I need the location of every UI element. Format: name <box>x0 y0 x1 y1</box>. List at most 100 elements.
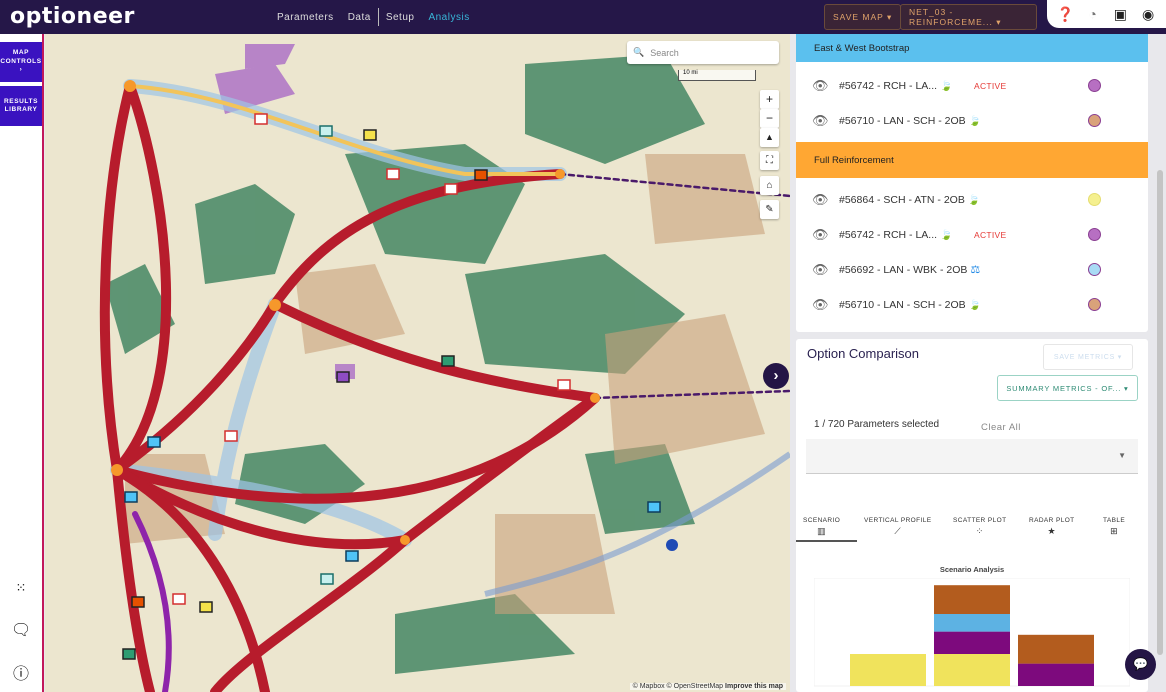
group-header[interactable]: East & West Bootstrap <box>796 34 1148 62</box>
color-swatch[interactable] <box>1088 263 1101 276</box>
option-comparison-card: Option Comparison SAVE METRICS ▾ SUMMARY… <box>796 339 1148 692</box>
nav-setup[interactable]: Setup <box>379 12 422 23</box>
icon-bar: ❓ ◔ ▣ ◉ <box>1047 0 1166 28</box>
balance-scale-icon: ⚖ <box>970 264 981 276</box>
bar-2-segment-1[interactable] <box>1018 663 1094 686</box>
option-row[interactable]: 👁 #56692 - LAN - WBK - 2OB ⚖ <box>796 252 1148 287</box>
account-icon[interactable]: ◉ <box>1140 6 1156 23</box>
save-map-button[interactable]: SAVE MAP ▾ <box>824 4 902 30</box>
comment-icon[interactable]: 🗨 <box>11 620 31 640</box>
panel-scrollbar[interactable] <box>1157 170 1163 655</box>
home-button[interactable]: ⌂ <box>760 176 779 195</box>
info-icon[interactable]: ⓘ <box>11 660 31 684</box>
draw-button[interactable]: ✎ <box>760 200 779 219</box>
line-chart-icon: ⟋ <box>894 526 902 536</box>
map-scale: 10 mi <box>678 70 756 81</box>
color-swatch[interactable] <box>1088 228 1101 241</box>
active-tab-indicator <box>796 540 857 542</box>
status-badge: ACTIVE <box>974 229 1007 240</box>
improve-map-link[interactable]: Improve this map <box>725 683 783 690</box>
nav-parameters[interactable]: Parameters <box>270 12 341 23</box>
chart-title: Scenario Analysis <box>939 565 1005 574</box>
fullscreen-button[interactable]: ⛶ <box>760 151 779 170</box>
bar-chart-icon: ▥ <box>817 526 827 536</box>
color-swatch[interactable] <box>1088 298 1101 311</box>
nav-data[interactable]: Data <box>341 12 378 23</box>
option-row[interactable]: 👁 #56710 - LAN - SCH - 2OB 🍃 <box>796 103 1148 138</box>
bar-1-segment-0[interactable] <box>934 654 1010 686</box>
summary-metrics-select[interactable]: SUMMARY METRICS - OF... ▾ <box>997 375 1138 401</box>
chevron-down-icon: ▼ <box>1118 451 1126 460</box>
parameters-select[interactable]: ▼ <box>806 439 1138 474</box>
option-label: #56692 - LAN - WBK - 2OB ⚖ <box>839 264 981 276</box>
left-sidebar: MAP CONTROLS › RESULTS LIBRARY ⁙ 🗨 ⓘ <box>0 34 44 692</box>
chat-button[interactable]: 💬 <box>1125 649 1156 680</box>
parameters-selected: 1 / 720 Parameters selected <box>814 419 940 430</box>
search-icon: 🔍 <box>633 47 645 57</box>
right-panel: East & West Bootstrap 👁 #56742 - RCH - L… <box>790 34 1166 692</box>
eye-icon[interactable]: 👁 <box>812 113 829 129</box>
leaf-icon: 🍃 <box>940 80 953 92</box>
tab-radar-plot[interactable]: RADAR PLOT ★ <box>1029 517 1075 537</box>
map[interactable]: 🔍 Search 10 mi + − ▲ ⛶ ⌂ ✎ › © Mapbox © O… <box>45 34 790 692</box>
color-swatch[interactable] <box>1088 193 1101 206</box>
map-attribution: © Mapbox © OpenStreetMap Improve this ma… <box>629 683 786 690</box>
options-list-card: East & West Bootstrap 👁 #56742 - RCH - L… <box>796 34 1148 332</box>
bar-1-segment-1[interactable] <box>934 631 1010 654</box>
zoom-out-button[interactable]: − <box>760 109 779 128</box>
tab-scatter-plot[interactable]: SCATTER PLOT ⁘ <box>953 517 1006 537</box>
status-badge: ACTIVE <box>974 80 1007 91</box>
option-row[interactable]: 👁 #56742 - RCH - LA... 🍃 ACTIVE <box>796 217 1148 252</box>
star-icon: ★ <box>1047 526 1056 536</box>
expand-panel-button[interactable]: › <box>763 363 789 389</box>
leaf-icon: 🍃 <box>967 194 981 206</box>
network-select[interactable]: NET_03 - REINFORCEME... ▾ <box>900 4 1037 30</box>
map-search-input[interactable]: 🔍 Search <box>627 41 779 64</box>
leaf-icon: 🍃 <box>940 229 953 241</box>
color-swatch[interactable] <box>1088 79 1101 92</box>
location-marker <box>666 539 678 551</box>
option-row[interactable]: 👁 #56864 - SCH - ATN - 2OB 🍃 <box>796 182 1148 217</box>
results-library-button[interactable]: RESULTS LIBRARY <box>0 86 42 126</box>
speedometer-icon[interactable]: ◔ <box>1085 6 1101 22</box>
top-bar: optioneer Parameters Data Setup Analysis… <box>0 0 1166 34</box>
color-swatch[interactable] <box>1088 114 1101 127</box>
eye-icon[interactable]: 👁 <box>812 78 829 94</box>
eye-icon[interactable]: 👁 <box>812 192 829 208</box>
option-row[interactable]: 👁 #56710 - LAN - SCH - 2OB 🍃 <box>796 287 1148 322</box>
logo: optioneer <box>10 4 135 29</box>
tab-table[interactable]: TABLE ⊞ <box>1103 517 1125 537</box>
tab-scenario[interactable]: SCENARIO ▥ <box>803 517 840 537</box>
feedback-icon[interactable]: ▣ <box>1112 6 1128 23</box>
grid-dots-icon[interactable]: ⁙ <box>11 580 31 596</box>
bar-1-segment-3[interactable] <box>934 585 1010 614</box>
group-header[interactable]: Full Reinforcement <box>796 142 1148 178</box>
eye-icon[interactable]: 👁 <box>812 227 829 243</box>
option-label: #56742 - RCH - LA... 🍃 <box>839 79 953 92</box>
option-label: #56710 - LAN - SCH - 2OB 🍃 <box>839 298 982 311</box>
option-label: #56710 - LAN - SCH - 2OB 🍃 <box>839 114 982 127</box>
comparison-title: Option Comparison <box>807 346 919 361</box>
option-label: #56864 - SCH - ATN - 2OB 🍃 <box>839 193 981 206</box>
compass-button[interactable]: ▲ <box>760 128 779 147</box>
clear-all-button[interactable]: Clear All <box>981 422 1021 433</box>
help-icon[interactable]: ❓ <box>1057 6 1074 23</box>
tab-vertical-profile[interactable]: VERTICAL PROFILE ⟋ <box>864 517 931 537</box>
eye-icon[interactable]: 👁 <box>812 297 829 313</box>
save-metrics-button[interactable]: SAVE METRICS ▾ <box>1043 344 1133 370</box>
eye-icon[interactable]: 👁 <box>812 262 829 278</box>
main-nav: Parameters Data Setup Analysis <box>270 0 477 34</box>
bar-0-segment-0[interactable] <box>850 654 926 686</box>
bar-1-segment-2[interactable] <box>934 614 1010 632</box>
option-label: #56742 - RCH - LA... 🍃 <box>839 228 953 241</box>
option-row[interactable]: 👁 #56742 - RCH - LA... 🍃 ACTIVE <box>796 68 1148 103</box>
table-icon: ⊞ <box>1110 526 1119 536</box>
scatter-icon: ⁘ <box>975 526 984 536</box>
bar-2-segment-3[interactable] <box>1018 634 1094 664</box>
leaf-icon: 🍃 <box>968 115 982 127</box>
zoom-in-button[interactable]: + <box>760 90 779 109</box>
leaf-icon: 🍃 <box>968 299 982 311</box>
map-controls-button[interactable]: MAP CONTROLS › <box>0 42 42 82</box>
nav-analysis[interactable]: Analysis <box>421 12 476 23</box>
scenario-chart <box>814 578 1130 687</box>
